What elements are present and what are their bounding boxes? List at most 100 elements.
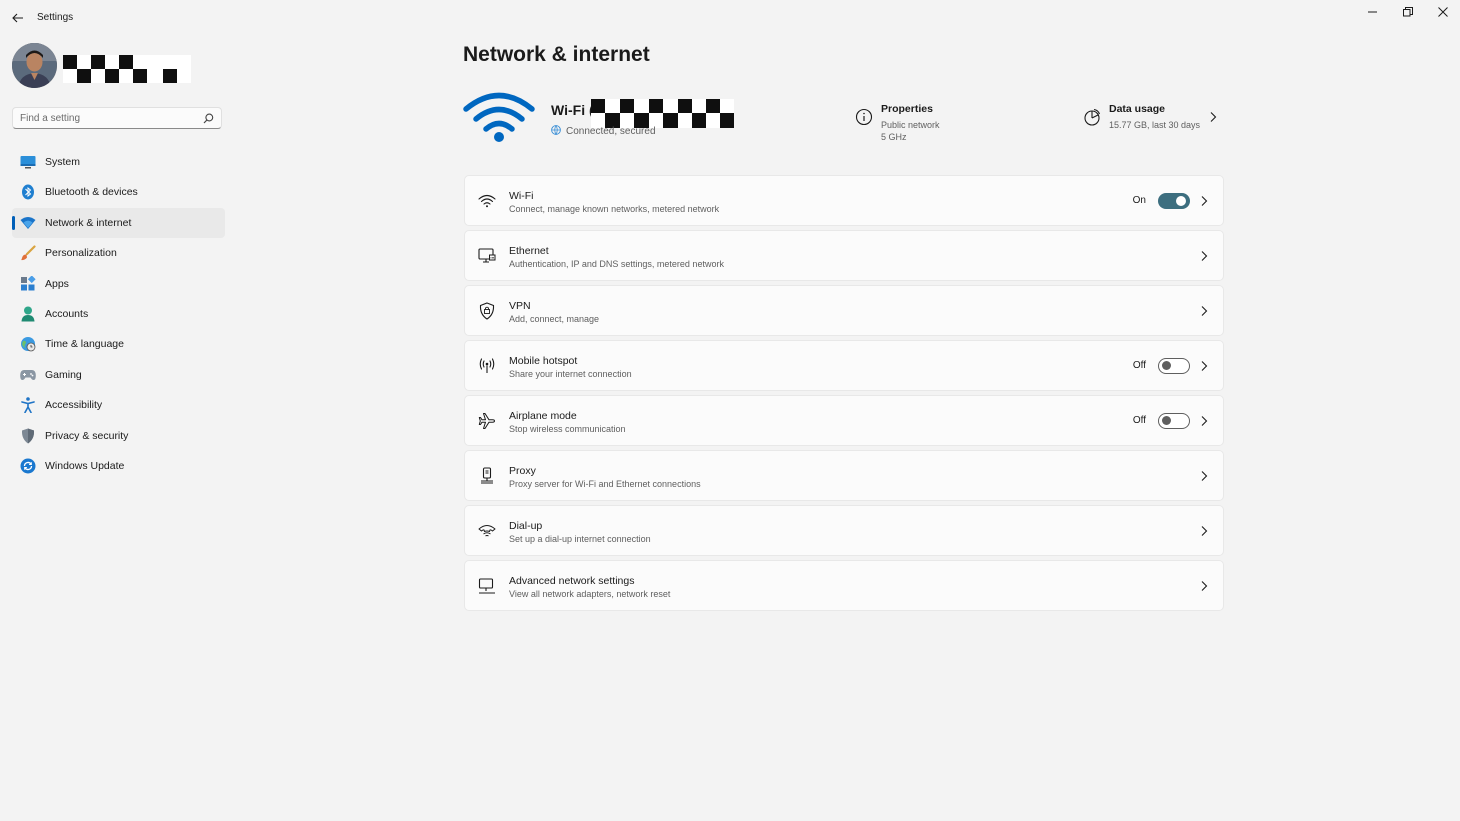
sidebar-item-system[interactable]: System xyxy=(12,147,225,177)
chevron-right-icon xyxy=(1201,196,1208,206)
minimize-icon xyxy=(1368,11,1377,13)
wifi-icon xyxy=(477,191,497,211)
chevron-right-icon xyxy=(1201,416,1208,426)
network-band: 5 GHz xyxy=(881,132,907,142)
person-icon xyxy=(20,306,36,322)
data-usage-title: Data usage xyxy=(1109,103,1166,115)
hotspot-icon xyxy=(477,356,497,376)
proxy-card[interactable]: Proxy Proxy server for Wi-Fi and Etherne… xyxy=(464,450,1224,501)
restore-button[interactable] xyxy=(1391,3,1425,21)
chevron-right-icon xyxy=(1201,471,1208,481)
close-icon xyxy=(1438,7,1448,17)
monitor-icon xyxy=(20,154,36,170)
advanced-network-settings-card[interactable]: Advanced network settings View all netwo… xyxy=(464,560,1224,611)
card-subtitle: Share your internet connection xyxy=(509,369,632,379)
ethernet-card[interactable]: Ethernet Authentication, IP and DNS sett… xyxy=(464,230,1224,281)
dialup-icon xyxy=(477,521,497,541)
connection-status: Connected, secured xyxy=(551,125,656,137)
chevron-right-icon xyxy=(1201,306,1208,316)
user-profile[interactable] xyxy=(12,43,232,89)
toggle-state-label: On xyxy=(1132,195,1146,206)
card-title: Mobile hotspot xyxy=(509,355,578,367)
advanced-network-icon xyxy=(477,576,497,596)
sidebar-item-label: Privacy & security xyxy=(45,429,129,442)
chevron-right-icon xyxy=(1210,112,1217,122)
sidebar-item-bluetooth[interactable]: Bluetooth & devices xyxy=(12,177,225,207)
close-button[interactable] xyxy=(1426,3,1460,21)
redacted-ssid xyxy=(591,99,734,128)
wifi-icon xyxy=(20,215,36,231)
gamepad-icon xyxy=(20,367,36,383)
connection-status-text: Connected, secured xyxy=(566,126,656,137)
chevron-right-icon xyxy=(1201,361,1208,371)
sidebar-item-label: System xyxy=(45,156,81,168)
sidebar-item-label: Accessibility xyxy=(45,399,103,412)
card-title: Ethernet xyxy=(509,245,549,257)
info-icon xyxy=(855,108,873,126)
card-subtitle: Stop wireless communication xyxy=(509,424,626,434)
avatar xyxy=(12,43,57,88)
sidebar-item-privacy-security[interactable]: Privacy & security xyxy=(12,421,225,451)
card-subtitle: Add, connect, manage xyxy=(509,314,600,324)
sidebar-item-accessibility[interactable]: Accessibility xyxy=(12,390,225,420)
card-title: VPN xyxy=(509,300,531,312)
toggle-knob xyxy=(1162,416,1171,425)
title-bar: Settings xyxy=(0,0,1460,36)
toggle-knob xyxy=(1162,361,1171,370)
wifi-card[interactable]: Wi-Fi Connect, manage known networks, me… xyxy=(464,175,1224,226)
ethernet-icon xyxy=(477,246,497,266)
chevron-right-icon xyxy=(1201,251,1208,261)
app-title: Settings xyxy=(37,12,74,23)
sidebar-item-windows-update[interactable]: Windows Update xyxy=(12,451,225,481)
search-input[interactable] xyxy=(20,111,200,126)
toggle-knob xyxy=(1176,196,1186,206)
redacted-username xyxy=(63,55,191,83)
globe-clock-icon xyxy=(20,336,36,352)
airplane-mode-toggle[interactable] xyxy=(1158,413,1190,429)
card-subtitle: Connect, manage known networks, metered … xyxy=(509,204,720,214)
apps-icon xyxy=(20,275,36,292)
sidebar-item-label: Apps xyxy=(45,277,69,290)
sidebar-item-apps[interactable]: Apps xyxy=(12,269,225,299)
globe-icon xyxy=(551,125,561,135)
back-arrow-icon xyxy=(12,13,23,23)
mobile-hotspot-card[interactable]: Mobile hotspot Share your internet conne… xyxy=(464,340,1224,391)
mobile-hotspot-toggle[interactable] xyxy=(1158,358,1190,374)
sidebar-item-label: Time & language xyxy=(45,338,124,351)
airplane-mode-card[interactable]: Airplane mode Stop wireless communicatio… xyxy=(464,395,1224,446)
data-usage-icon xyxy=(1084,108,1101,126)
back-button[interactable] xyxy=(8,9,28,27)
dial-up-card[interactable]: Dial-up Set up a dial-up internet connec… xyxy=(464,505,1224,556)
restore-icon xyxy=(1403,7,1413,17)
minimize-button[interactable] xyxy=(1356,3,1390,21)
shield-icon xyxy=(20,428,36,444)
card-title: Airplane mode xyxy=(509,410,577,422)
network-type: Public network xyxy=(881,120,940,130)
properties-title: Properties xyxy=(881,103,933,115)
connected-network-name: Wi-Fi ( xyxy=(551,102,594,118)
search-box[interactable] xyxy=(12,107,222,129)
page-title: Network & internet xyxy=(463,43,650,66)
sidebar-item-accounts[interactable]: Accounts xyxy=(12,299,225,329)
card-title: Advanced network settings xyxy=(509,575,635,587)
sidebar-item-label: Network & internet xyxy=(45,216,132,229)
update-icon xyxy=(20,458,36,474)
search-icon xyxy=(203,113,214,124)
sidebar-item-gaming[interactable]: Gaming xyxy=(12,360,225,390)
sidebar-item-personalization[interactable]: Personalization xyxy=(12,238,225,268)
data-usage-link[interactable]: Data usage 15.77 GB, last 30 days xyxy=(1083,103,1223,133)
sidebar-item-network[interactable]: Network & internet xyxy=(12,207,225,239)
vpn-card[interactable]: VPN Add, connect, manage xyxy=(464,285,1224,336)
card-subtitle: Set up a dial-up internet connection xyxy=(509,534,651,544)
card-subtitle: Proxy server for Wi-Fi and Ethernet conn… xyxy=(509,479,701,489)
vpn-shield-icon xyxy=(477,301,497,321)
toggle-state-label: Off xyxy=(1132,415,1146,426)
sidebar-item-time-language[interactable]: Time & language xyxy=(12,329,225,359)
network-settings-list: Wi-Fi Connect, manage known networks, me… xyxy=(464,175,1224,615)
toggle-state-label: Off xyxy=(1132,360,1146,371)
card-subtitle: Authentication, IP and DNS settings, met… xyxy=(509,259,724,269)
airplane-icon xyxy=(477,411,497,431)
wifi-toggle[interactable] xyxy=(1158,193,1190,209)
card-title: Wi-Fi xyxy=(509,190,534,202)
sidebar-nav: System Bluetooth & devices Network & int… xyxy=(12,147,225,481)
